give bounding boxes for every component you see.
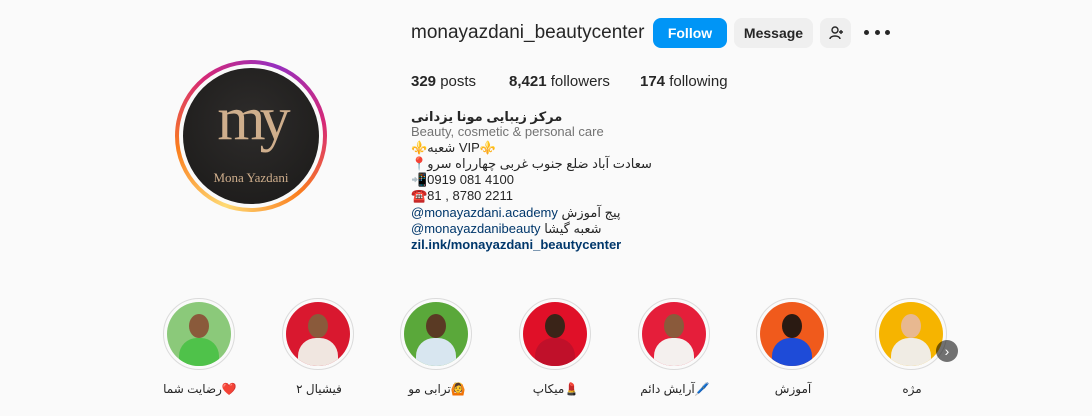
bio-line-branch: ⚜️شعبه VIP⚜️: [411, 140, 497, 155]
highlight-cover: [404, 302, 468, 366]
posts-stat: 329 posts: [411, 73, 476, 90]
add-user-icon: [828, 26, 843, 40]
highlight-cover: [760, 302, 824, 366]
posts-label: posts: [440, 73, 477, 90]
highlight-item[interactable]: رضایت شما❤️: [163, 298, 237, 396]
gisha-mention-link[interactable]: @monayazdanibeauty: [411, 221, 541, 236]
avatar[interactable]: my Mona Yazdani: [183, 68, 319, 204]
highlight-item[interactable]: ترابی مو🙆: [400, 298, 474, 396]
bio-line-mobile: 📲0919 081 4100: [411, 172, 514, 187]
full-name: مرکز زیبایی مونا یزدانی: [411, 109, 563, 124]
gisha-mention-text: شعبه گیشا: [540, 221, 602, 236]
highlight-item[interactable]: میکاپ💄: [519, 298, 593, 396]
highlight-label: آموزش: [774, 382, 812, 396]
username: monayazdani_beautycenter: [411, 22, 645, 43]
following-stat[interactable]: 174 following: [640, 73, 728, 90]
follow-button[interactable]: Follow: [653, 18, 727, 48]
highlight-label: ترابی مو🙆: [408, 382, 466, 396]
bio-line-gisha: @monayazdanibeauty شعبه گیشا: [411, 221, 602, 237]
followers-label: followers: [550, 73, 610, 90]
highlight-cover: [286, 302, 350, 366]
followers-stat[interactable]: 8,421 followers: [509, 73, 610, 90]
highlight-cover: [523, 302, 587, 366]
message-button[interactable]: Message: [734, 18, 813, 48]
following-label: following: [669, 73, 728, 90]
highlight-cover: [167, 302, 231, 366]
highlight-item[interactable]: آموزش: [756, 298, 830, 396]
highlight-label: فیشیال ۲: [296, 382, 342, 396]
highlight-label: میکاپ💄: [532, 382, 580, 396]
academy-mention-text: پیج آموزش: [557, 205, 621, 220]
highlight-ring: [519, 298, 591, 370]
posts-count: 329: [411, 73, 437, 90]
category: Beauty, cosmetic & personal care: [411, 124, 604, 139]
bio-line-phone: ☎️81 , 8780 2211: [411, 188, 513, 203]
bio-external-link[interactable]: zil.ink/monayazdani_beautycenter: [411, 237, 621, 252]
highlight-cover: [642, 302, 706, 366]
highlight-cover: [879, 302, 943, 366]
academy-mention-link[interactable]: @monayazdani.academy: [411, 205, 558, 220]
logo-mark: my: [217, 85, 290, 153]
highlight-item[interactable]: فیشیال ۲: [282, 298, 356, 396]
profile-avatar-ring[interactable]: my Mona Yazdani: [175, 60, 327, 212]
highlight-ring: [163, 298, 235, 370]
highlight-ring: [875, 298, 947, 370]
chevron-right-icon[interactable]: ›: [936, 340, 958, 362]
highlight-ring: [756, 298, 828, 370]
highlight-item[interactable]: آرایش دائم🖊️: [638, 298, 712, 396]
highlight-label: آرایش دائم🖊️: [640, 382, 710, 396]
suggest-users-button[interactable]: [820, 18, 851, 48]
bio-line-address: 📍سعادت آباد ضلع جنوب غربی چهارراه سرو: [411, 156, 652, 171]
followers-count: 8,421: [509, 73, 547, 90]
highlight-ring: [638, 298, 710, 370]
more-options-icon[interactable]: [864, 22, 890, 42]
logo-text: Mona Yazdani: [213, 170, 289, 185]
highlight-ring: [400, 298, 472, 370]
highlight-label: رضایت شما❤️: [163, 382, 237, 396]
highlight-label: مژه: [902, 382, 922, 396]
bio-line-academy: @monayazdani.academy پیج آموزش: [411, 205, 621, 221]
highlight-ring: [282, 298, 354, 370]
following-count: 174: [640, 73, 666, 90]
